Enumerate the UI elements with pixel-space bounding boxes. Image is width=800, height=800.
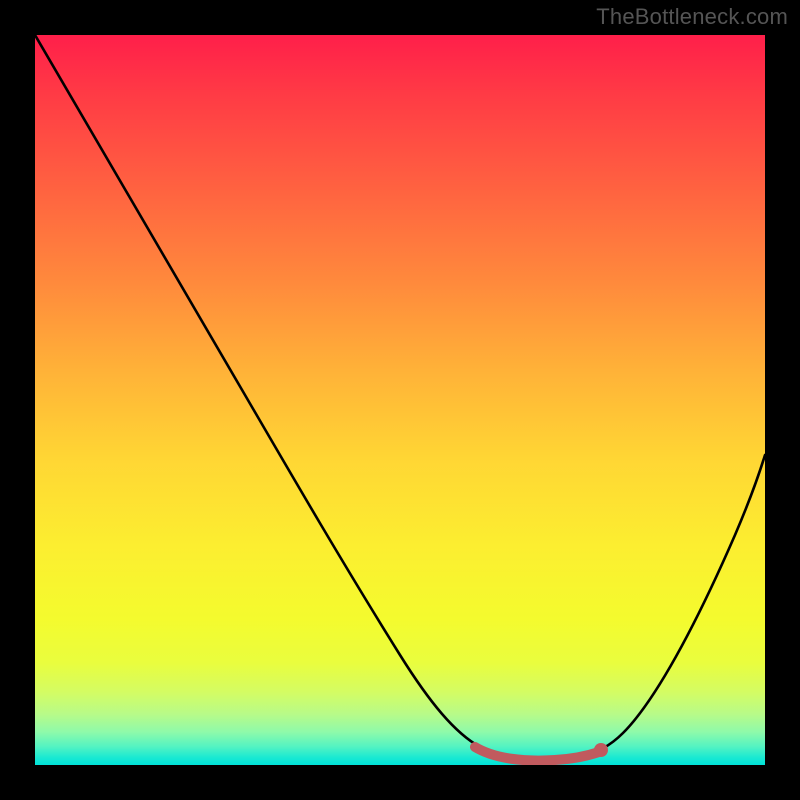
curve-layer — [35, 35, 765, 765]
flat-segment — [475, 747, 599, 761]
watermark-label: TheBottleneck.com — [596, 4, 788, 30]
trough-marker — [594, 743, 608, 757]
plot-area — [35, 35, 765, 765]
chart-frame: TheBottleneck.com — [0, 0, 800, 800]
bottleneck-curve — [35, 35, 765, 759]
